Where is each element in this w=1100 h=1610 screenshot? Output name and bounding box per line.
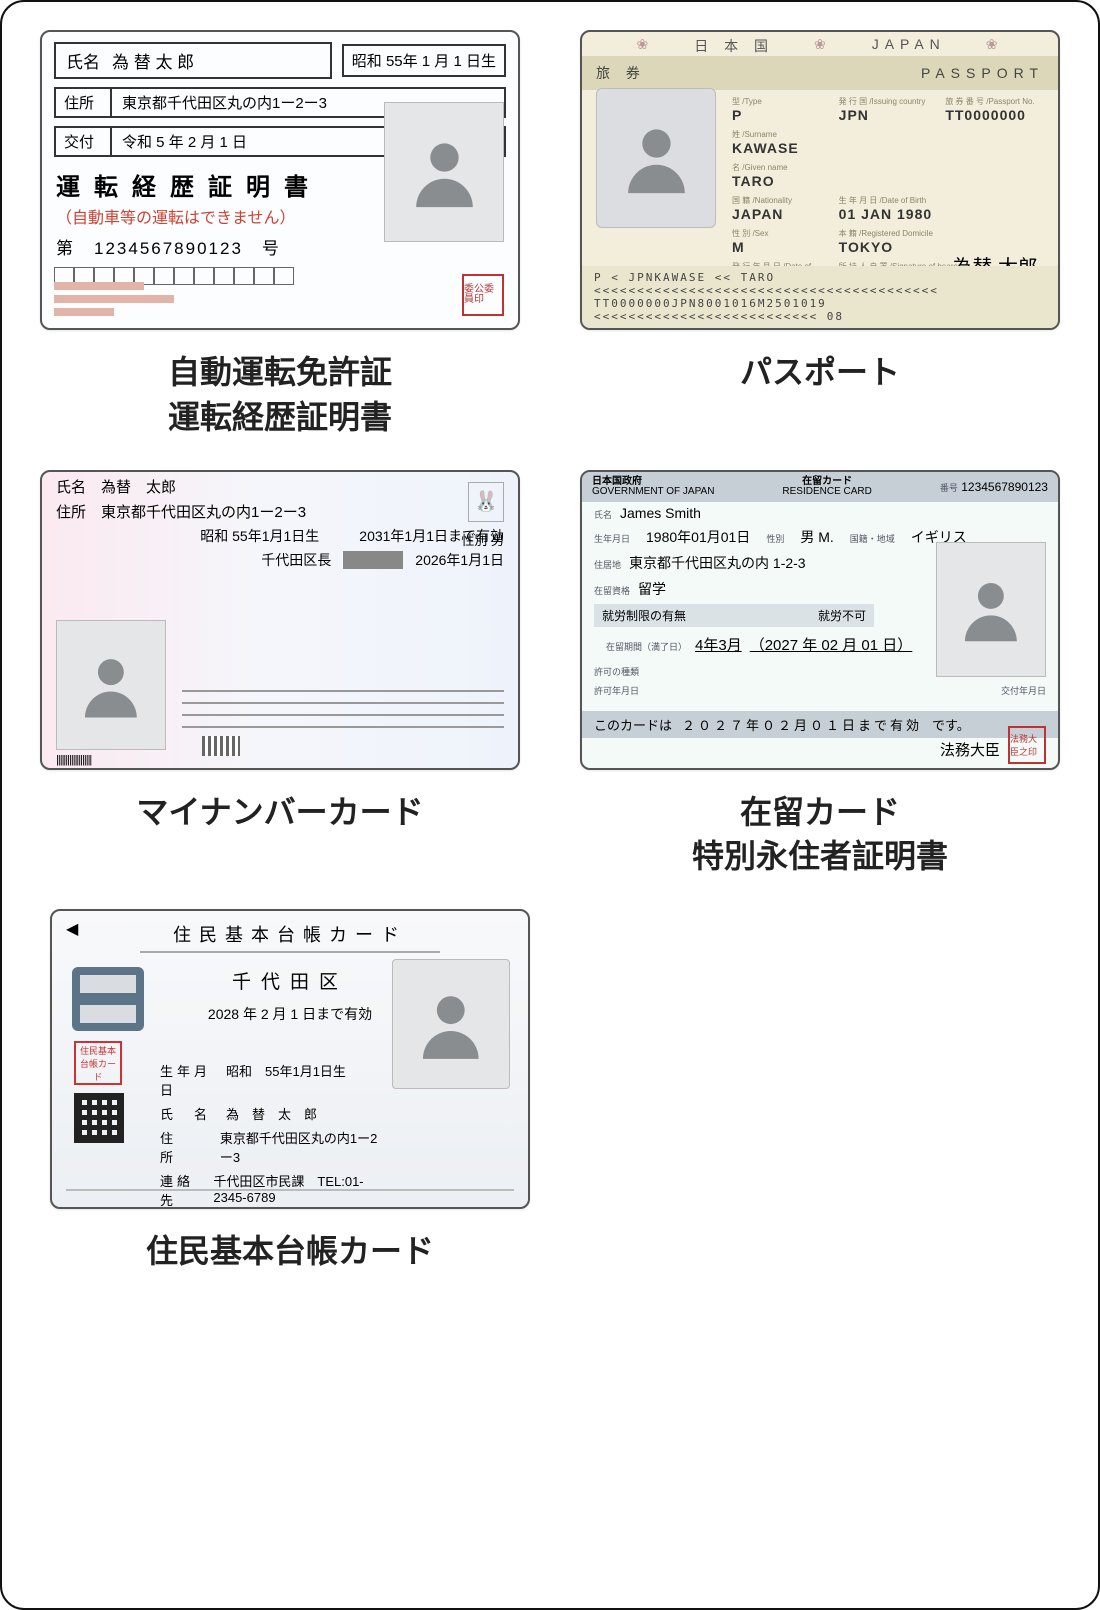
dl-dob: 昭和 55年 1 月 1 日生: [342, 44, 506, 77]
dl-addr-label: 住所: [54, 87, 110, 118]
dl-photo: [384, 102, 504, 242]
pp-type: P: [732, 107, 742, 123]
pp-dob: 01 JAN 1980: [839, 206, 933, 222]
pp-issuing: JPN: [839, 107, 869, 123]
caption-rc: 在留カード 特別永住者証明書: [692, 790, 948, 880]
mn-chip-icon: [202, 736, 240, 756]
dl-issue-label: 交付: [54, 126, 110, 157]
passport-card: ❀日 本 国❀JAPAN❀ 旅 券PASSPORT 型 /TypeP 発 行 国…: [580, 30, 1060, 330]
qr-icon: [74, 1093, 124, 1143]
pp-nat: JAPAN: [732, 206, 783, 222]
caption-mn: マイナンバーカード: [136, 790, 423, 835]
pp-given: TARO: [732, 173, 775, 189]
mn-addr: 東京都千代田区丸の内1ー2ー3: [101, 504, 306, 521]
jk-chip-icon: [72, 967, 144, 1031]
pp-number: TT0000000: [945, 107, 1026, 123]
pp-sex: M: [732, 239, 745, 255]
rc-restrict: 就労不可: [818, 607, 866, 624]
pp-band-en: PASSPORT: [921, 65, 1044, 81]
rc-period: 4年3月: [695, 634, 742, 655]
mn-issuer: 千代田区長: [261, 550, 331, 570]
driving-history-card: 氏名為 替 太 郎 昭和 55年 1 月 1 日生 住所東京都千代田区丸の内1ー…: [40, 30, 520, 330]
rc-stamp: 法務大臣之印: [1008, 726, 1046, 764]
rc-dob: 1980年01月01日: [646, 527, 750, 547]
mn-photo: [56, 620, 166, 750]
pp-band-jp: 旅 券: [596, 63, 646, 83]
dl-num-suffix: 号: [262, 239, 281, 258]
dl-name: 為 替 太 郎: [112, 48, 194, 73]
dl-stamp: 委公委員印: [462, 274, 504, 316]
mn-sex: 男: [491, 533, 504, 548]
pp-surname: KAWASE: [732, 140, 799, 156]
dl-num-label: 第: [56, 239, 75, 258]
rc-photo: [936, 542, 1046, 677]
pp-mrz1: P < JPNKAWASE << TARO <<<<<<<<<<<<<<<<<<…: [594, 271, 1046, 297]
rc-addr: 東京都千代田区丸の内 1-2-3: [629, 553, 806, 573]
rc-name: James Smith: [620, 505, 701, 521]
jk-name: 為 替 太 郎: [226, 1104, 317, 1123]
rc-minister: 法務大臣: [940, 739, 1000, 760]
jk-dob: 昭和 55年1月1日生: [226, 1061, 346, 1099]
residence-card: 日本国政府GOVERNMENT OF JAPAN 在留カードRESIDENCE …: [580, 470, 1060, 770]
pp-mrz2: TT0000000JPN8001016M2501019 <<<<<<<<<<<<…: [594, 297, 1046, 323]
pp-country-jp: 日 本 国: [694, 36, 774, 56]
rabbit-icon: 🐰: [468, 482, 504, 522]
rc-status: 留学: [638, 579, 666, 599]
mn-name: 為替 太郎: [101, 479, 176, 496]
caption-jk: 住民基本台帳カード: [146, 1229, 434, 1274]
rc-valid: ２０２７年０２月０１日まで有効: [682, 715, 922, 734]
arrow-icon: ◀: [66, 919, 78, 939]
jk-title: 住民基本台帳カード: [52, 921, 528, 947]
juki-card: ◀ 住民基本台帳カード 千代田区 2028 年 2 月 1 日まで有効 住民基本…: [50, 909, 530, 1209]
mn-issuedate: 2026年1月1日: [415, 550, 504, 570]
mn-barcode: |||||||||||||||||||: [56, 754, 91, 766]
jk-photo: [392, 959, 510, 1089]
document-page: 氏名為 替 太 郎 昭和 55年 1 月 1 日生 住所東京都千代田区丸の内1ー…: [0, 0, 1100, 1610]
dl-number: 1234567890123: [94, 239, 243, 258]
mynumber-card: 🐰 氏名 為替 太郎 住所 東京都千代田区丸の内1ー2ー3 性別 男 昭和 55…: [40, 470, 520, 770]
rc-period-date: （2027 年 02 月 01 日）: [750, 634, 913, 655]
dl-name-label: 氏名: [66, 48, 100, 73]
pp-country-en: JAPAN: [872, 36, 946, 56]
pp-dom: TOKYO: [839, 239, 894, 255]
rc-sex: 男 M.: [800, 527, 833, 547]
jk-stamp: 住民基本台帳カード: [74, 1041, 122, 1085]
rc-number: 1234567890123: [961, 480, 1048, 494]
caption-dl: 自動運転免許証 運転経歴証明書: [168, 350, 392, 440]
caption-pp: パスポート: [740, 350, 900, 395]
jk-addr: 東京都千代田区丸の内1ー2ー3: [220, 1128, 378, 1166]
mn-dob: 昭和 55年1月1日生: [200, 526, 319, 546]
